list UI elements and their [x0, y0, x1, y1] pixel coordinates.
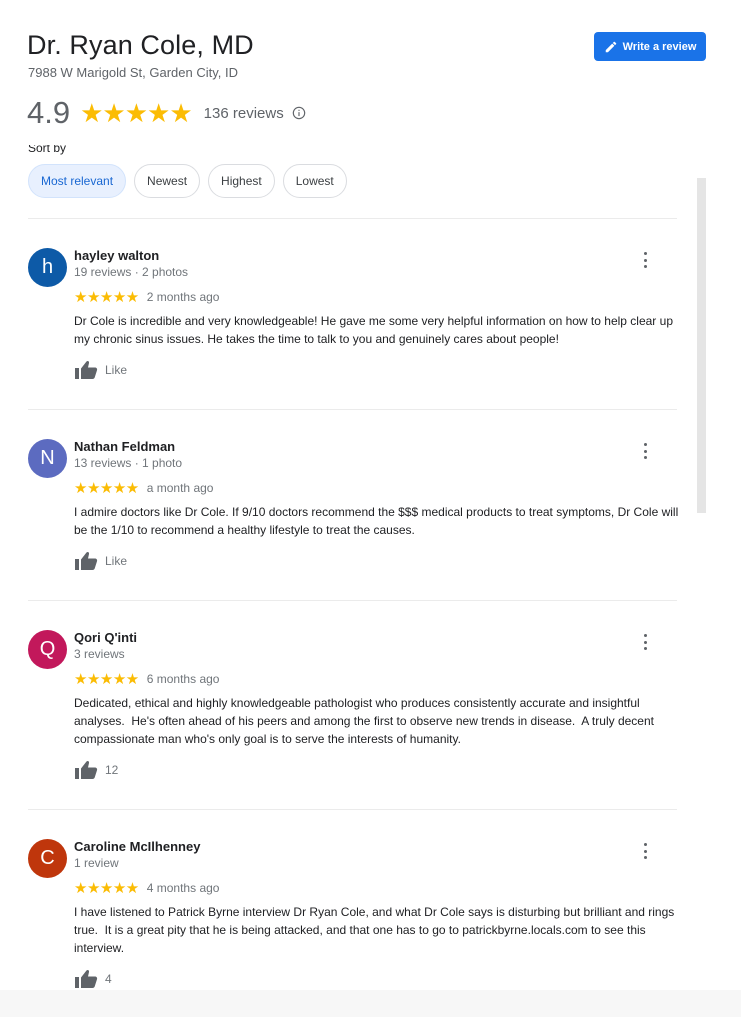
page-title: Dr. Ryan Cole, MD	[27, 30, 254, 60]
rating-score: 4.9	[27, 95, 71, 130]
more-options-icon[interactable]	[639, 634, 651, 650]
star-rating: ★★★★★	[74, 880, 139, 897]
reviewer-meta: 3 reviews	[74, 647, 125, 661]
avatar[interactable]: h	[28, 248, 67, 287]
review-rating: ★★★★★ 2 months ago	[74, 288, 219, 306]
thumbs-up-icon	[74, 360, 98, 380]
thumbs-up-icon	[74, 969, 98, 989]
divider	[28, 600, 677, 601]
review-text: Dr Cole is incredible and very knowledge…	[74, 314, 677, 346]
rating-summary: 4.9 ★★★★★ 136 reviews	[27, 94, 306, 132]
write-review-label: Write a review	[622, 40, 697, 53]
sort-newest-chip[interactable]: Newest	[134, 164, 201, 198]
review-item: C Caroline McIlhenney 1 review ★★★★★ 4 m…	[28, 839, 688, 989]
review-count[interactable]: 136 reviews	[204, 105, 284, 122]
review-date: a month ago	[146, 481, 214, 495]
bottom-fade	[0, 990, 741, 1017]
review-rating: ★★★★★ 6 months ago	[74, 670, 219, 688]
reviewer-meta: 13 reviews · 1 photo	[74, 456, 183, 470]
review-item: h hayley walton 19 reviews · 2 photos ★★…	[28, 248, 688, 388]
sort-most-relevant-chip[interactable]: Most relevant	[28, 164, 127, 198]
like-count: 12	[105, 763, 119, 777]
reviewer-meta: 19 reviews · 2 photos	[74, 265, 189, 279]
reviewer-name[interactable]: Caroline McIlhenney	[74, 839, 200, 854]
sort-highest-chip[interactable]: Highest	[208, 164, 275, 198]
thumbs-up-icon	[74, 551, 98, 571]
review-date: 6 months ago	[146, 672, 220, 686]
like-count: 4	[105, 972, 112, 986]
rating-stars: ★★★★★	[80, 97, 193, 128]
reviewer-meta: 1 review	[74, 856, 119, 870]
like-button[interactable]: Like	[74, 551, 127, 571]
write-review-button[interactable]: Write a review	[594, 32, 706, 61]
sort-lowest-chip[interactable]: Lowest	[282, 164, 347, 198]
divider	[28, 809, 677, 810]
like-label: Like	[105, 554, 128, 568]
like-button[interactable]: 12	[74, 760, 118, 780]
divider	[28, 409, 677, 410]
review-item: Q Qori Q'inti 3 reviews ★★★★★ 6 months a…	[28, 630, 688, 790]
sort-options: Most relevant Newest Highest Lowest	[28, 164, 347, 198]
reviewer-name[interactable]: hayley walton	[74, 248, 159, 263]
review-text: I admire doctors like Dr Cole. If 9/10 d…	[74, 505, 682, 537]
star-rating: ★★★★★	[74, 289, 139, 306]
reviewer-name[interactable]: Qori Q'inti	[74, 630, 137, 645]
avatar[interactable]: Q	[28, 630, 67, 669]
thumbs-up-icon	[74, 760, 98, 780]
review-rating: ★★★★★ a month ago	[74, 479, 213, 497]
star-rating: ★★★★★	[74, 671, 139, 688]
like-label: Like	[105, 363, 128, 377]
divider	[28, 218, 677, 219]
avatar[interactable]: N	[28, 439, 67, 478]
scrollbar[interactable]	[697, 178, 706, 513]
business-address: 7988 W Marigold St, Garden City, ID	[28, 65, 239, 80]
info-icon[interactable]	[292, 106, 306, 120]
review-text: Dedicated, ethical and highly knowledgea…	[74, 696, 658, 746]
pencil-icon	[604, 40, 618, 54]
more-options-icon[interactable]	[639, 843, 651, 859]
review-text: I have listened to Patrick Byrne intervi…	[74, 905, 678, 955]
review-date: 2 months ago	[146, 290, 220, 304]
avatar[interactable]: C	[28, 839, 67, 878]
more-options-icon[interactable]	[639, 443, 651, 459]
sort-label: Sort by	[28, 145, 67, 155]
reviewer-name[interactable]: Nathan Feldman	[74, 439, 175, 454]
star-rating: ★★★★★	[74, 480, 139, 497]
review-rating: ★★★★★ 4 months ago	[74, 879, 219, 897]
review-date: 4 months ago	[146, 881, 220, 895]
like-button[interactable]: Like	[74, 360, 127, 380]
review-item: N Nathan Feldman 13 reviews · 1 photo ★★…	[28, 439, 688, 579]
like-button[interactable]: 4	[74, 969, 112, 989]
more-options-icon[interactable]	[639, 252, 651, 268]
